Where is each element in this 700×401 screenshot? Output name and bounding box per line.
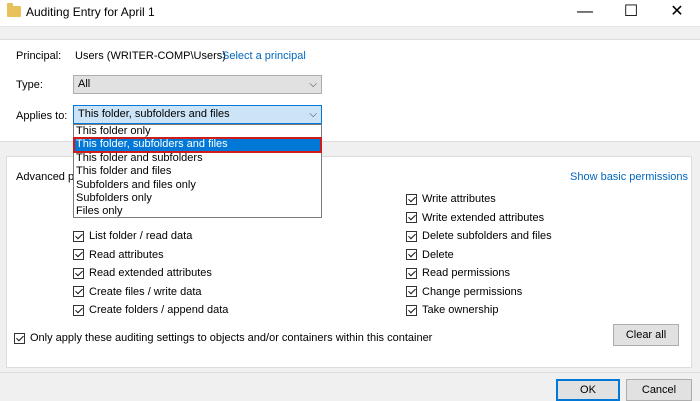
principal-value: Users (WRITER-COMP\Users) [75,50,226,62]
permission-label: Delete [422,248,454,261]
checkbox[interactable] [406,193,417,205]
show-basic-permissions-link[interactable]: Show basic permissions [570,171,688,183]
checkbox[interactable] [73,230,84,242]
permission-row[interactable]: Change permissions [406,283,552,302]
type-select[interactable]: All ⌵ [73,75,322,94]
type-select-value: All [78,78,91,90]
permission-row[interactable]: Read extended attributes [73,264,228,283]
dropdown-option[interactable]: Subfolders only [74,192,321,205]
permission-row[interactable]: Write attributes [406,190,552,209]
checkbox[interactable] [406,249,417,261]
type-label: Type: [16,79,43,91]
checkbox[interactable] [73,304,84,316]
dropdown-option[interactable]: This folder and files [74,165,321,178]
right-permissions-column: Write attributes Write extended attribut… [406,190,552,320]
permission-label: Change permissions [422,285,523,298]
select-principal-link[interactable]: Select a principal [222,50,306,62]
checkbox[interactable] [73,286,84,298]
applies-to-select[interactable]: This folder, subfolders and files ⌵ [73,105,322,124]
folder-icon [7,3,21,17]
maximize-button[interactable]: ☐ [608,0,654,26]
permission-row[interactable]: Read permissions [406,264,552,283]
permission-label: Create folders / append data [89,304,229,317]
checkbox[interactable] [406,267,417,279]
checkbox[interactable] [406,212,417,224]
permission-row[interactable]: Take ownership [406,301,552,320]
permission-label: List folder / read data [89,230,193,243]
chevron-down-icon: ⌵ [309,79,317,90]
dropdown-option[interactable]: This folder only [74,125,321,138]
cancel-button[interactable]: Cancel [626,379,692,401]
checkbox[interactable] [406,304,417,316]
permission-row[interactable]: Write extended attributes [406,209,552,228]
permission-label: Create files / write data [89,285,202,298]
checkbox[interactable] [406,230,417,242]
dropdown-option[interactable]: Files only [74,205,321,218]
permission-label: Read extended attributes [89,267,212,280]
permission-label: Write extended attributes [422,211,545,224]
only-apply-label: Only apply these auditing settings to ob… [30,332,433,344]
permission-row[interactable]: List folder / read data [73,227,228,246]
dropdown-option[interactable]: Subfolders and files only [74,179,321,192]
window-title: Auditing Entry for April 1 [26,5,155,19]
applies-to-select-value: This folder, subfolders and files [78,108,230,120]
applies-to-dropdown-list: This folder only This folder, subfolders… [73,124,322,218]
chevron-down-icon: ⌵ [309,109,317,120]
permission-row[interactable]: Create files / write data [73,283,228,302]
only-apply-checkbox[interactable] [14,332,25,344]
principal-label: Principal: [16,50,62,62]
dropdown-option[interactable]: This folder and subfolders [74,152,321,165]
permission-label: Delete subfolders and files [422,230,552,243]
checkbox[interactable] [73,267,84,279]
applies-to-label: Applies to: [16,110,68,122]
permission-label: Read attributes [89,248,164,261]
permission-row[interactable]: Delete [406,246,552,265]
permission-label: Write attributes [422,193,496,206]
permission-label: Take ownership [422,304,499,317]
ok-button[interactable]: OK [556,379,620,401]
left-permissions-column: List folder / read data Read attributes … [73,227,228,320]
permission-row[interactable]: Delete subfolders and files [406,227,552,246]
permission-row[interactable]: Create folders / append data [73,301,228,320]
dropdown-option-selected[interactable]: This folder, subfolders and files [73,137,322,153]
permission-row[interactable]: Read attributes [73,246,228,265]
only-apply-row[interactable]: Only apply these auditing settings to ob… [14,330,432,346]
close-button[interactable]: ✕ [654,0,700,26]
checkbox[interactable] [73,249,84,261]
permission-label: Read permissions [422,267,511,280]
minimize-button[interactable]: — [562,0,608,26]
checkbox[interactable] [406,286,417,298]
clear-all-button[interactable]: Clear all [613,324,679,346]
advanced-permissions-label: Advanced p [16,171,75,183]
title-bar: Auditing Entry for April 1 — ☐ ✕ [0,0,700,27]
